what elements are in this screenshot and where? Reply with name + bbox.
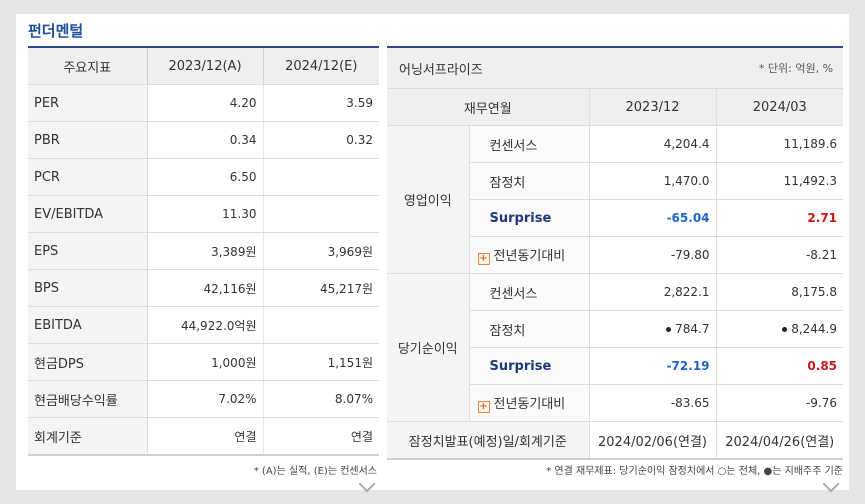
table-row: 회계기준 연결 연결 — [28, 417, 379, 456]
release-date-2024-03: 2024/04/26(연결) — [716, 421, 844, 460]
value-estimate: 0.32 — [263, 121, 379, 159]
surprise-value: 2.71 — [716, 199, 844, 237]
table-row: 영업이익 컨센서스 4,204.4 11,189.6 — [387, 125, 844, 274]
earnings-surprise-header: 어닝서프라이즈 * 단위: 억원, % — [387, 48, 844, 89]
row-label: BPS — [28, 269, 148, 307]
earnings-surprise-table: 어닝서프라이즈 * 단위: 억원, % 재무연월 2023/12 2024/03… — [387, 48, 844, 460]
header-actual: 2023/12(A) — [147, 48, 264, 85]
row-label: 컨센서스 — [469, 273, 590, 311]
row-label: 현금DPS — [28, 343, 148, 381]
value: 11,189.6 — [716, 125, 844, 163]
table-header-row: 주요지표 2023/12(A) 2024/12(E) — [28, 48, 379, 85]
row-label: 회계기준 — [28, 417, 148, 456]
value-actual: 0.34 — [147, 121, 264, 159]
table-row: 당기순이익 컨센서스 2,822.1 8,175.8 — [387, 273, 844, 422]
header-2023-12: 2023/12 — [589, 88, 717, 126]
row-label: EV/EBITDA — [28, 195, 148, 233]
value-actual: 4.20 — [147, 84, 264, 122]
table-row: PCR 6.50 — [28, 158, 379, 196]
yoy-label: 전년동기대비 — [493, 249, 566, 264]
value: 2,822.1 — [589, 273, 717, 311]
surprise-value: 0.85 — [716, 347, 844, 385]
value: 4,204.4 — [589, 125, 717, 163]
bullet-dot-icon — [782, 327, 788, 332]
row-label: 컨센서스 — [469, 125, 590, 163]
unit-note: * 단위: 억원, % — [589, 48, 844, 89]
value-actual: 42,116원 — [147, 269, 264, 307]
table-row: 잠정치발표(예정)일/회계기준 2024/02/06(연결) 2024/04/2… — [387, 421, 844, 460]
group-net-income: 당기순이익 — [387, 273, 470, 422]
table-row: PER 4.20 3.59 — [28, 84, 379, 122]
table-row: EBITDA 44,922.0억원 — [28, 306, 379, 344]
group-operating-profit: 영업이익 — [387, 125, 470, 274]
row-label: 잠정치 — [469, 162, 590, 200]
value: 8,244.9 — [791, 322, 838, 336]
value: 11,492.3 — [716, 162, 844, 200]
table-row: 현금배당수익률 7.02% 8.07% — [28, 380, 379, 418]
value-estimate: 3.59 — [263, 84, 379, 122]
table-header-row: 재무연월 2023/12 2024/03 — [387, 88, 844, 126]
value-estimate: 45,217원 — [263, 269, 379, 307]
value-actual: 44,922.0억원 — [147, 306, 264, 344]
value-estimate — [263, 306, 379, 344]
earnings-surprise-title: 어닝서프라이즈 — [387, 48, 590, 89]
value-actual: 1,000원 — [147, 343, 264, 381]
value: 784.7 — [675, 322, 710, 336]
value-estimate: 8.07% — [263, 380, 379, 418]
value-estimate — [263, 158, 379, 196]
value: -8.21 — [716, 236, 844, 274]
value-estimate — [263, 195, 379, 233]
surprise-value: -72.19 — [589, 347, 717, 385]
row-label: EPS — [28, 232, 148, 270]
value-actual: 6.50 — [147, 158, 264, 196]
expand-plus-icon[interactable]: + — [477, 401, 490, 413]
row-label: EBITDA — [28, 306, 148, 344]
section-title: 펀더멘털 — [28, 22, 84, 40]
row-label: PBR — [28, 121, 148, 159]
value: -79.80 — [589, 236, 717, 274]
row-label-surprise: Surprise — [469, 199, 590, 237]
value-actual: 연결 — [147, 417, 264, 456]
table-row: PBR 0.34 0.32 — [28, 121, 379, 159]
row-label: PCR — [28, 158, 148, 196]
table-row: BPS 42,116원 45,217원 — [28, 269, 379, 307]
table-row: EPS 3,389원 3,969원 — [28, 232, 379, 270]
surprise-value: -65.04 — [589, 199, 717, 237]
row-label: 잠정치 — [469, 310, 590, 348]
row-label: PER — [28, 84, 148, 122]
value-estimate: 3,969원 — [263, 232, 379, 270]
table-row: EV/EBITDA 11.30 — [28, 195, 379, 233]
expand-plus-icon[interactable]: + — [477, 253, 490, 265]
value-cell: 8,244.9 — [716, 310, 844, 348]
value: 8,175.8 — [716, 273, 844, 311]
yoy-label: 전년동기대비 — [493, 397, 566, 412]
row-label-yoy[interactable]: + 전년동기대비 — [469, 384, 590, 422]
left-footnote: * (A)는 실적, (E)는 컨센서스 — [253, 466, 377, 477]
row-label-yoy[interactable]: + 전년동기대비 — [469, 236, 590, 274]
value-actual: 7.02% — [147, 380, 264, 418]
release-date-2023-12: 2024/02/06(연결) — [589, 421, 717, 460]
header-estimate: 2024/12(E) — [263, 48, 379, 85]
footer-label: 잠정치발표(예정)일/회계기준 — [387, 421, 590, 460]
header-indicator: 주요지표 — [28, 48, 148, 85]
header-period: 재무연월 — [387, 88, 590, 126]
bullet-dot-icon — [666, 327, 672, 332]
header-2024-03: 2024/03 — [716, 88, 844, 126]
row-label-surprise: Surprise — [469, 347, 590, 385]
key-indicators-table: 주요지표 2023/12(A) 2024/12(E) PER 4.20 3.59 P… — [28, 48, 379, 456]
value-actual: 11.30 — [147, 195, 264, 233]
value: -83.65 — [589, 384, 717, 422]
value-actual: 3,389원 — [147, 232, 264, 270]
row-label: 현금배당수익률 — [28, 380, 148, 418]
table-row: 현금DPS 1,000원 1,151원 — [28, 343, 379, 381]
value-estimate: 연결 — [263, 417, 379, 456]
value-estimate: 1,151원 — [263, 343, 379, 381]
value: -9.76 — [716, 384, 844, 422]
right-footnote: * 연결 재무제표: 당기순이익 잠정치에서 ○는 전체, ●는 지배주주 기준 — [546, 466, 843, 477]
value: 1,470.0 — [589, 162, 717, 200]
value-cell: 784.7 — [589, 310, 717, 348]
